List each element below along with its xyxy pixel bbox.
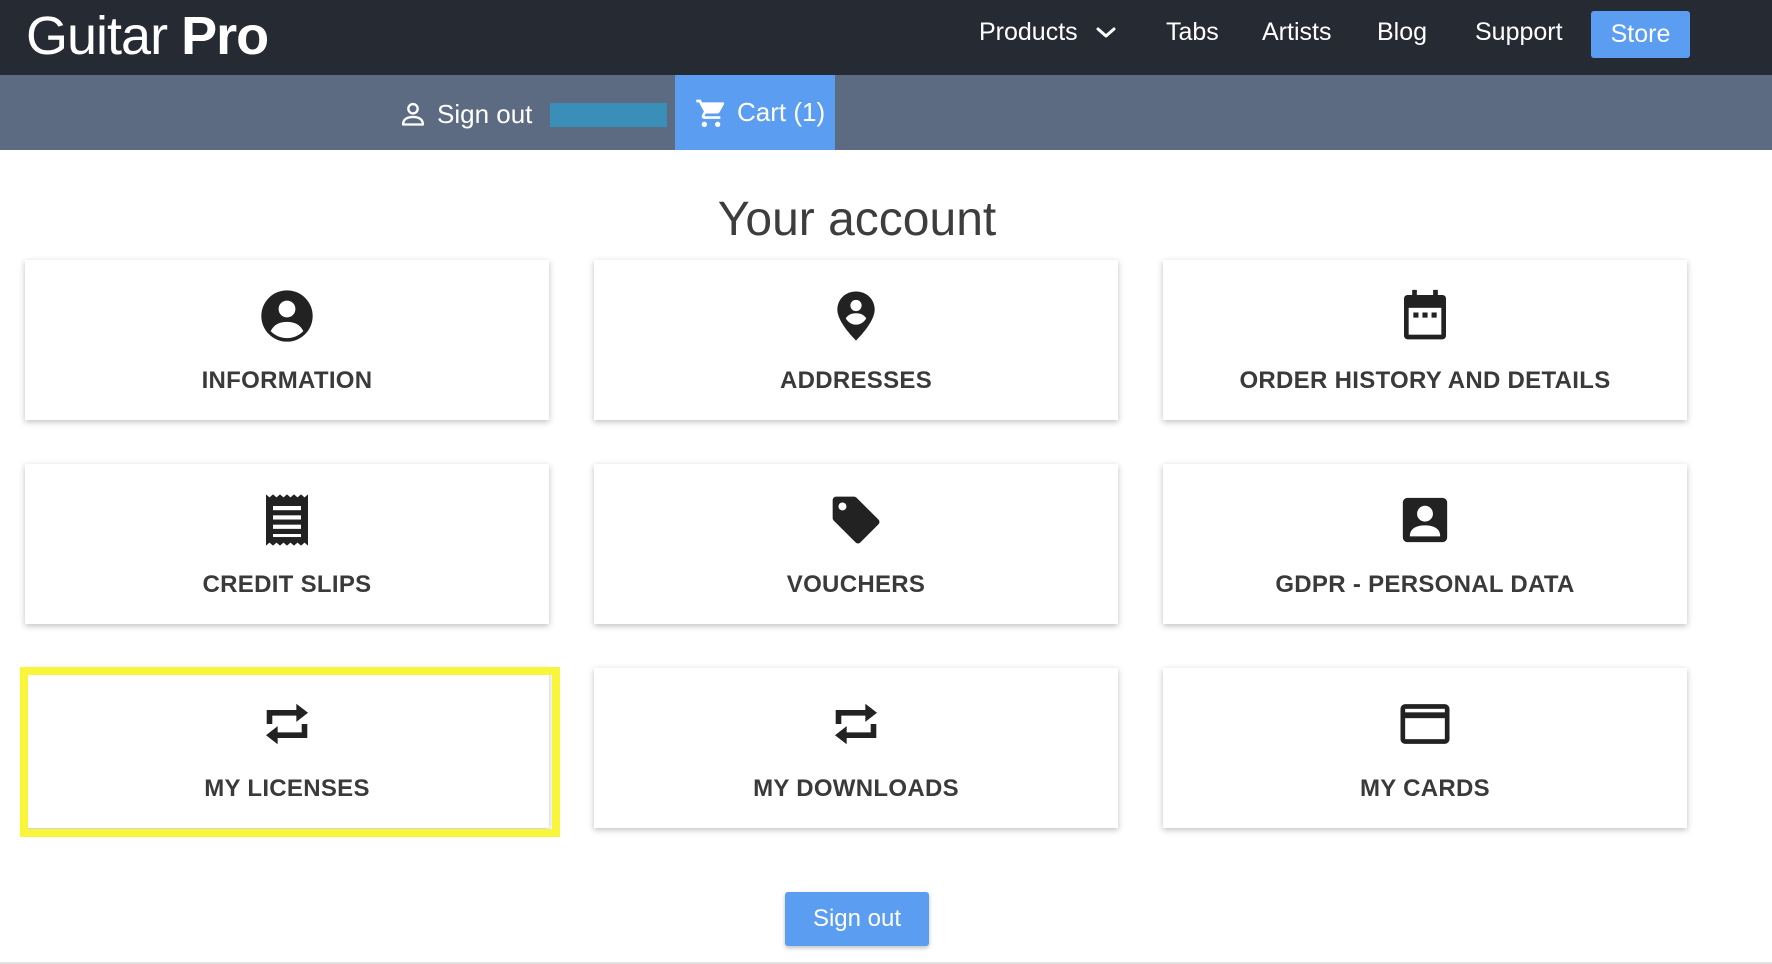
sign-out-label: Sign out [437,99,533,129]
nav-blog[interactable]: Blog [1377,17,1427,47]
card-label: VOUCHERS [786,571,926,598]
sign-out-link[interactable]: Sign out [399,97,532,131]
logo-text-pro: Pro [181,6,269,66]
shopping-cart-icon [696,99,725,127]
redacted-username [550,103,667,127]
card-order-history[interactable]: ORDER HISTORY AND DETAILS [1163,260,1687,420]
card-information[interactable]: INFORMATION [25,260,549,420]
chevron-down-icon [1096,27,1116,38]
top-navbar: Guitar Pro Products Tabs Artists Blog Su… [0,0,1772,75]
card-label: GDPR - PERSONAL DATA [1275,571,1575,598]
card-vouchers[interactable]: VOUCHERS [594,464,1118,624]
card-my-downloads[interactable]: MY DOWNLOADS [594,668,1118,828]
card-label: MY CARDS [1360,775,1490,802]
nav-support[interactable]: Support [1475,17,1563,47]
sign-out-button[interactable]: Sign out [785,892,929,946]
card-my-cards[interactable]: MY CARDS [1163,668,1687,828]
receipt-icon [266,494,308,546]
card-label: INFORMATION [201,367,373,394]
page-title: Your account [717,193,997,246]
user-circle-icon [261,290,313,342]
store-button[interactable]: Store [1591,11,1690,58]
nav-products-label: Products [979,18,1078,46]
card-label: ADDRESSES [779,367,933,394]
calendar-icon [1404,289,1446,340]
account-box-icon [1402,497,1448,543]
card-label: CREDIT SLIPS [202,571,372,598]
credit-card-icon [1400,704,1450,744]
location-pin-icon [837,291,875,341]
logo-text-guitar: Guitar [26,6,168,66]
nav-tabs[interactable]: Tabs [1166,17,1219,47]
card-label: MY DOWNLOADS [753,775,959,802]
card-label: ORDER HISTORY AND DETAILS [1239,367,1611,394]
card-credit-slips[interactable]: CREDIT SLIPS [25,464,549,624]
tag-icon [832,496,880,544]
card-my-licenses[interactable]: MY LICENSES [25,668,549,828]
user-icon [401,102,425,126]
card-label: MY LICENSES [204,775,370,802]
nav-artists[interactable]: Artists [1262,17,1331,47]
nav-products[interactable]: Products [979,17,1117,47]
account-subbar [0,75,1772,150]
guitar-pro-logo[interactable]: Guitar Pro [26,6,269,66]
cart-button[interactable]: Cart (1) [675,75,835,150]
cart-label: Cart (1) [737,97,826,127]
repeat-icon [835,703,877,745]
repeat-icon [266,703,308,745]
card-addresses[interactable]: ADDRESSES [594,260,1118,420]
card-gdpr[interactable]: GDPR - PERSONAL DATA [1163,464,1687,624]
